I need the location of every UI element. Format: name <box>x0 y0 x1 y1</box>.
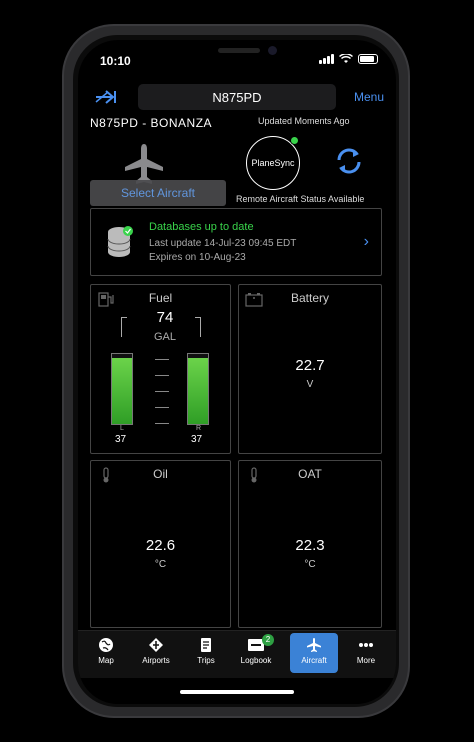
notch <box>162 40 312 70</box>
battery-tile[interactable]: Battery 22.7 V <box>238 284 382 454</box>
database-icon <box>107 226 133 257</box>
menu-button[interactable]: Menu <box>354 90 384 104</box>
tab-more[interactable]: More <box>342 633 390 673</box>
tab-aircraft[interactable]: Aircraft <box>290 633 338 673</box>
oil-value: 22.6 <box>145 537 176 554</box>
tab-bar: Map Airports Trips 2 Logbook Aircraft Mo… <box>78 630 396 678</box>
fuel-tick <box>155 407 169 408</box>
status-icons <box>319 54 378 64</box>
updated-status: Updated Moments Ago <box>258 116 350 126</box>
home-indicator[interactable] <box>180 690 294 694</box>
chevron-right-icon: › <box>363 233 369 250</box>
direct-to-icon[interactable] <box>94 88 118 106</box>
tab-trips[interactable]: Trips <box>182 633 230 673</box>
fuel-title: Fuel <box>148 291 173 305</box>
speaker <box>218 48 260 53</box>
nav-bar: N875PD Menu <box>78 82 396 112</box>
database-expires: Expires on 10-Aug-23 <box>149 252 246 263</box>
database-title: Databases up to date <box>149 221 254 233</box>
oat-unit: °C <box>304 559 316 570</box>
airplane-icon <box>307 638 321 652</box>
fuel-tick <box>155 359 169 360</box>
fuel-tick <box>155 423 169 424</box>
fuel-tick <box>155 391 169 392</box>
battery-title: Battery <box>290 291 329 305</box>
phone-frame: 10:10 N875PD Menu N875PD - BONANZA Updat… <box>62 24 410 718</box>
trips-icon <box>201 638 211 652</box>
tab-map[interactable]: Map <box>82 633 130 673</box>
aircraft-title[interactable]: N875PD <box>138 84 336 110</box>
oil-title: Oil <box>153 467 168 481</box>
oat-title: OAT <box>298 467 322 481</box>
tail-and-type: N875PD - BONANZA <box>90 116 213 130</box>
airport-icon <box>149 638 163 652</box>
wifi-icon <box>339 54 353 63</box>
battery-icon <box>358 54 378 64</box>
logbook-badge: 2 <box>262 634 274 646</box>
tab-label: Airports <box>142 656 170 665</box>
oat-value: 22.3 <box>295 537 325 554</box>
fuel-right-label: R <box>196 425 202 432</box>
remote-status: Remote Aircraft Status Available <box>236 194 365 204</box>
tab-label: Trips <box>197 656 215 665</box>
fuel-total: 74 <box>156 309 174 326</box>
bracket-right <box>195 317 201 337</box>
battery-unit: V <box>306 379 314 390</box>
tab-label: More <box>356 656 376 665</box>
fuel-left-label: L <box>120 425 124 432</box>
globe-icon <box>99 638 113 652</box>
status-time: 10:10 <box>100 54 131 68</box>
tab-label: Logbook <box>240 656 272 665</box>
oil-unit: °C <box>154 559 167 570</box>
refresh-icon[interactable] <box>334 146 364 176</box>
oil-tile[interactable]: Oil 22.6 °C <box>90 460 231 628</box>
oat-tile[interactable]: OAT 22.3 °C <box>238 460 382 628</box>
bracket-left <box>121 317 127 337</box>
fuel-gauge-left <box>111 353 133 425</box>
fuel-tick <box>155 375 169 376</box>
signal-icon <box>319 54 334 64</box>
database-last-update: Last update 14-Jul-23 09:45 EDT <box>149 238 297 249</box>
connected-dot <box>290 136 299 145</box>
battery-value: 22.7 <box>295 357 325 374</box>
fuel-fill-left <box>112 358 132 424</box>
tab-label: Map <box>98 656 114 665</box>
fuel-tile[interactable]: Fuel 74 GAL L R 37 37 <box>90 284 231 454</box>
fuel-gauge-right <box>187 353 209 425</box>
database-status-card[interactable]: Databases up to date Last update 14-Jul-… <box>90 208 382 276</box>
fuel-fill-right <box>188 358 208 424</box>
tab-airports[interactable]: Airports <box>132 633 180 673</box>
tab-label: Aircraft <box>301 656 327 665</box>
more-icon <box>359 643 373 647</box>
front-camera <box>268 46 277 55</box>
fuel-right-value: 37 <box>191 434 203 445</box>
select-aircraft-button[interactable]: Select Aircraft <box>90 180 226 206</box>
tab-logbook[interactable]: 2 Logbook <box>232 633 280 673</box>
app-screen: 10:10 N875PD Menu N875PD - BONANZA Updat… <box>78 40 396 704</box>
fuel-unit: GAL <box>153 331 176 343</box>
planesync-label: PlaneSync <box>251 158 295 168</box>
fuel-left-value: 37 <box>115 434 127 445</box>
